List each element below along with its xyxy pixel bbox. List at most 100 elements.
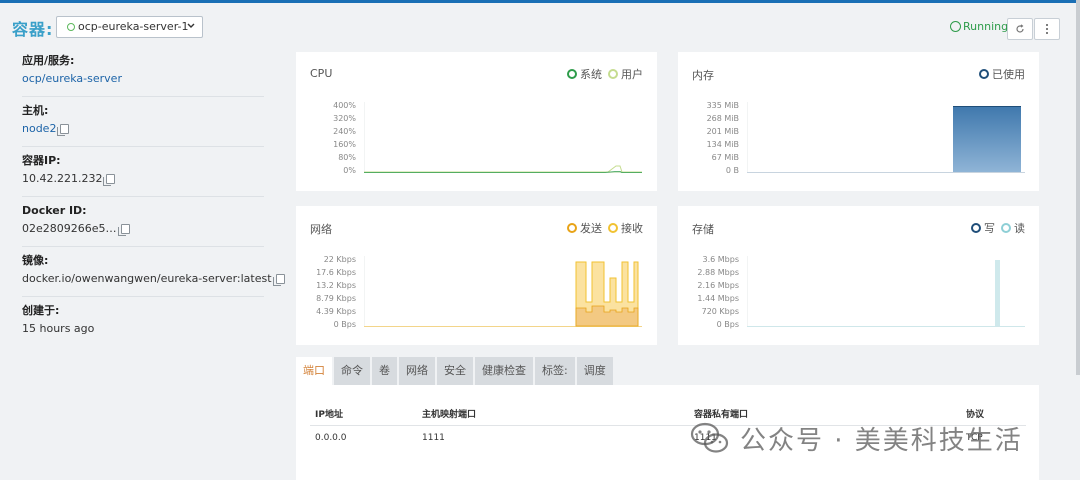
legend-system[interactable]: 系统 xyxy=(567,66,602,82)
copy-icon[interactable] xyxy=(57,124,70,136)
refresh-button[interactable] xyxy=(1007,18,1033,40)
state-dot-icon xyxy=(67,23,75,31)
legend-read[interactable]: 读 xyxy=(1001,220,1025,236)
y-tick: 240% xyxy=(333,127,356,136)
info-label: 主机: xyxy=(22,104,49,117)
info-label: 应用/服务: xyxy=(22,54,75,67)
legend-label: 系统 xyxy=(580,68,602,81)
legend-user[interactable]: 用户 xyxy=(608,66,643,82)
legend-receive[interactable]: 接收 xyxy=(608,220,643,236)
watermark: 公众号 · 美美科技生活 xyxy=(690,420,1050,456)
legend-label: 用户 xyxy=(621,68,643,81)
legend-label: 接收 xyxy=(621,222,643,235)
legend-circle-icon xyxy=(567,69,577,79)
network-panel: 网络 发送 接收 22 Kbps 17.6 Kbps 13.2 Kbps 8.7… xyxy=(296,206,657,345)
copy-icon[interactable] xyxy=(117,224,130,236)
storage-legend: 写 读 xyxy=(971,220,1025,236)
container-select[interactable]: ocp-eureka-server-1 xyxy=(56,16,203,38)
legend-circle-icon xyxy=(979,69,989,79)
y-tick: 22 Kbps xyxy=(323,255,356,264)
container-title: 容器: xyxy=(12,20,54,39)
info-created: 创建于: 15 hours ago xyxy=(22,297,264,347)
created-value: 15 hours ago xyxy=(22,322,95,335)
y-tick: 0 Bps xyxy=(333,320,356,329)
tab-security[interactable]: 安全 xyxy=(437,357,473,385)
legend-circle-icon xyxy=(971,223,981,233)
cell-ip: 0.0.0.0 xyxy=(315,433,347,443)
tab-ports[interactable]: 端口 xyxy=(296,357,332,385)
y-tick: 0% xyxy=(343,166,356,175)
legend-label: 读 xyxy=(1014,222,1025,235)
legend-label: 写 xyxy=(984,222,995,235)
legend-label: 发送 xyxy=(580,222,602,235)
y-tick: 2.16 Mbps xyxy=(697,281,739,290)
tab-volumes[interactable]: 卷 xyxy=(372,357,397,385)
column-header-protocol[interactable]: 协议 xyxy=(966,407,984,420)
info-label: Docker ID: xyxy=(22,204,87,217)
y-tick: 3.6 Mbps xyxy=(702,255,740,264)
storage-panel: 存储 写 读 3.6 Mbps 2.88 Mbps 2.16 Mbps 1.44… xyxy=(678,206,1039,345)
tab-command[interactable]: 命令 xyxy=(334,357,370,385)
y-tick: 4.39 Kbps xyxy=(316,307,356,316)
image-value: docker.io/owenwangwen/eureka-server:late… xyxy=(22,272,272,285)
storage-chart xyxy=(747,256,1025,327)
refresh-icon xyxy=(1016,24,1024,33)
info-container-ip: 容器IP: 10.42.221.232 xyxy=(22,147,264,197)
container-info-sidebar: 应用/服务: ocp/eureka-server 主机: node2 容器IP:… xyxy=(22,47,285,347)
container-header: 容器: ocp-eureka-server-1 Running xyxy=(0,3,1080,47)
y-tick: 0 B xyxy=(725,166,739,175)
more-actions-button[interactable] xyxy=(1034,18,1060,40)
y-tick: 201 MiB xyxy=(706,127,739,136)
legend-label: 已使用 xyxy=(992,68,1025,81)
page-scrollbar[interactable] xyxy=(1076,0,1080,375)
cpu-legend: 系统 用户 xyxy=(567,66,643,82)
copy-icon[interactable] xyxy=(272,274,285,286)
column-header-host-port[interactable]: 主机映射端口 xyxy=(422,407,476,420)
cpu-title: CPU xyxy=(310,67,333,80)
y-tick: 0 Bps xyxy=(716,320,739,329)
watermark-text: 公众号 · 美美科技生活 xyxy=(740,425,1023,456)
memory-legend: 已使用 xyxy=(979,66,1025,82)
legend-used[interactable]: 已使用 xyxy=(979,66,1025,82)
container-select-value: ocp-eureka-server-1 xyxy=(78,20,189,33)
y-tick: 335 MiB xyxy=(706,101,739,110)
y-tick: 268 MiB xyxy=(706,114,739,123)
y-tick: 67 MiB xyxy=(711,153,739,162)
cell-host-port: 1111 xyxy=(422,433,445,443)
host-link[interactable]: node2 xyxy=(22,122,56,135)
storage-title: 存储 xyxy=(692,223,714,236)
tab-labels[interactable]: 标签: xyxy=(535,357,575,385)
info-label: 容器IP: xyxy=(22,154,61,167)
copy-icon[interactable] xyxy=(103,174,116,186)
y-tick: 720 Kbps xyxy=(701,307,739,316)
network-chart xyxy=(364,256,642,327)
running-status: Running xyxy=(950,20,1008,33)
info-image: 镜像: docker.io/owenwangwen/eureka-server:… xyxy=(22,247,285,297)
memory-title: 内存 xyxy=(692,69,714,82)
tab-health-check[interactable]: 健康检查 xyxy=(475,357,533,385)
info-host: 主机: node2 xyxy=(22,97,264,147)
y-tick: 2.88 Mbps xyxy=(697,268,739,277)
tab-network[interactable]: 网络 xyxy=(399,357,435,385)
legend-circle-icon xyxy=(1001,223,1011,233)
y-tick: 80% xyxy=(338,153,356,162)
docker-id-value: 02e2809266e5… xyxy=(22,222,117,235)
y-tick: 13.2 Kbps xyxy=(316,281,356,290)
detail-tabs: 端口 命令 卷 网络 安全 健康检查 标签: 调度 xyxy=(296,357,615,385)
tab-scheduling[interactable]: 调度 xyxy=(576,357,613,385)
y-tick: 17.6 Kbps xyxy=(316,268,356,277)
column-header-container-port[interactable]: 容器私有端口 xyxy=(694,407,748,420)
info-docker-id: Docker ID: 02e2809266e5… xyxy=(22,197,264,247)
legend-circle-icon xyxy=(608,223,618,233)
legend-circle-icon xyxy=(608,69,618,79)
info-app-service: 应用/服务: ocp/eureka-server xyxy=(22,47,264,97)
legend-send[interactable]: 发送 xyxy=(567,220,602,236)
memory-chart xyxy=(747,102,1025,173)
cpu-panel: CPU 系统 用户 400% 320% 240% 160% 80% 0% xyxy=(296,52,657,191)
legend-circle-icon xyxy=(567,223,577,233)
column-header-ip[interactable]: IP地址 xyxy=(315,407,343,420)
y-tick: 400% xyxy=(333,101,356,110)
wechat-icon xyxy=(690,422,729,453)
app-service-link[interactable]: ocp/eureka-server xyxy=(22,71,264,87)
legend-write[interactable]: 写 xyxy=(971,220,995,236)
